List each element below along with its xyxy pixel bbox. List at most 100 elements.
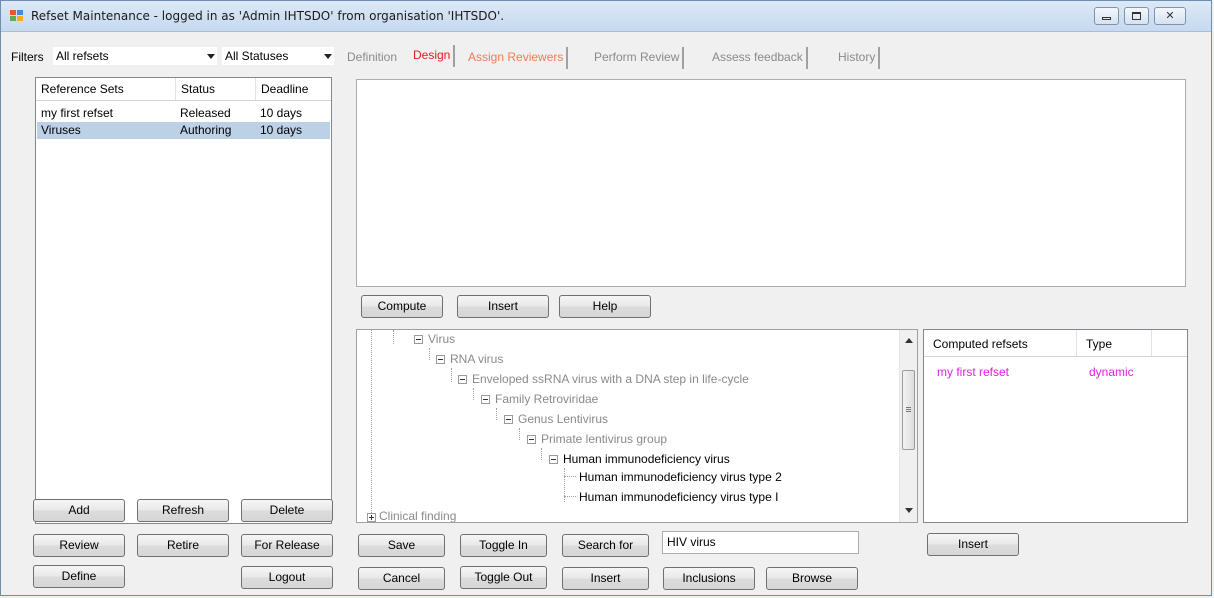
tab-assess-feedback[interactable]: Assess feedback — [709, 47, 808, 69]
delete-button[interactable]: Delete — [241, 499, 333, 522]
tree-item-retroviridae[interactable]: Family Retroviridae — [495, 390, 598, 408]
computed-refsets-list[interactable]: Computed refsets Type my first refset dy… — [923, 329, 1188, 523]
maximize-icon — [1132, 12, 1141, 20]
close-button[interactable]: ✕ — [1154, 7, 1186, 25]
tree-guide-line — [429, 348, 430, 360]
bottom-insert-button[interactable]: Insert — [562, 567, 649, 590]
tree-item-enveloped-ssrna[interactable]: Enveloped ssRNA virus with a DNA step in… — [472, 370, 749, 388]
cancel-button[interactable]: Cancel — [358, 567, 445, 590]
grip-icon — [906, 409, 911, 410]
computed-refset-type: dynamic — [1089, 365, 1134, 379]
tree-guide-line — [451, 368, 452, 382]
toggle-out-button[interactable]: Toggle Out — [460, 566, 547, 589]
tree-collapse-icon[interactable] — [549, 455, 558, 464]
status-filter-combo[interactable]: All Statuses — [221, 46, 335, 66]
refset-filter-combo[interactable]: All refsets — [52, 46, 218, 66]
tree-guide-line — [519, 428, 520, 440]
refset-status: Released — [180, 106, 231, 120]
app-window: Refset Maintenance - logged in as 'Admin… — [0, 0, 1212, 596]
tree-item-primate-lentivirus[interactable]: Primate lentivirus group — [541, 430, 667, 448]
design-expression-area[interactable] — [356, 79, 1186, 287]
minimize-button[interactable] — [1094, 7, 1119, 25]
title-bar[interactable]: Refset Maintenance - logged in as 'Admin… — [1, 1, 1211, 32]
column-reference-sets[interactable]: Reference Sets — [36, 78, 176, 100]
browse-button[interactable]: Browse — [766, 567, 858, 590]
tree-item-hiv-type-2[interactable]: Human immunodeficiency virus type 2 — [579, 468, 782, 486]
table-row[interactable]: my first refset dynamic — [925, 364, 1186, 381]
for-release-button[interactable]: For Release — [241, 534, 333, 557]
tree-item-lentivirus[interactable]: Genus Lentivirus — [518, 410, 608, 428]
help-button[interactable]: Help — [559, 295, 651, 318]
computed-insert-button[interactable]: Insert — [927, 533, 1019, 556]
maximize-button[interactable] — [1124, 7, 1149, 25]
search-for-button[interactable]: Search for — [562, 534, 649, 557]
tree-item-hiv-type-1[interactable]: Human immunodeficiency virus type I — [579, 488, 778, 506]
add-button[interactable]: Add — [33, 499, 125, 522]
tree-item-rna-virus[interactable]: RNA virus — [450, 350, 503, 368]
concept-tree[interactable]: Virus RNA virus Enveloped ssRNA virus wi… — [356, 329, 918, 523]
close-icon: ✕ — [1165, 10, 1175, 22]
tree-collapse-icon[interactable] — [481, 395, 490, 404]
tree-collapse-icon[interactable] — [436, 355, 445, 364]
table-row[interactable]: my first refset Released 10 days — [37, 105, 330, 122]
logout-button[interactable]: Logout — [241, 566, 333, 589]
scroll-up-icon[interactable] — [905, 338, 913, 343]
tree-guide-line — [496, 408, 497, 420]
chevron-down-icon — [324, 54, 332, 59]
tree-collapse-icon[interactable] — [504, 415, 513, 424]
refset-list[interactable]: Reference Sets Status Deadline my first … — [35, 77, 332, 524]
filters-label: Filters — [11, 50, 44, 64]
tab-history[interactable]: History — [835, 47, 881, 69]
retire-button[interactable]: Retire — [137, 534, 229, 557]
compute-button[interactable]: Compute — [361, 295, 443, 318]
insert-button[interactable]: Insert — [457, 295, 549, 318]
refset-deadline: 10 days — [260, 106, 303, 120]
inclusions-button[interactable]: Inclusions — [663, 567, 755, 590]
scroll-down-icon[interactable] — [905, 508, 913, 513]
refset-status: Authoring — [180, 123, 232, 137]
tree-guide-line — [371, 330, 372, 515]
status-filter-value: All Statuses — [225, 49, 289, 63]
computed-refsets-header: Computed refsets Type — [924, 330, 1187, 357]
tree-item-hiv[interactable]: Human immunodeficiency virus — [563, 450, 730, 468]
computed-refset-name: my first refset — [937, 365, 1010, 379]
tree-guide-line — [541, 448, 542, 460]
tree-item-clinical-finding[interactable]: Clinical finding — [379, 507, 456, 522]
tree-collapse-icon[interactable] — [458, 375, 467, 384]
search-input[interactable]: HIV virus — [662, 531, 859, 554]
review-button[interactable]: Review — [33, 534, 125, 557]
tab-strip: Definition Design Assign Reviewers Perfo… — [344, 45, 904, 69]
refset-name: my first refset — [41, 106, 114, 120]
refset-filter-value: All refsets — [56, 49, 109, 63]
table-row[interactable]: Viruses Authoring 10 days — [37, 122, 330, 139]
tab-perform-review[interactable]: Perform Review — [591, 47, 685, 69]
scroll-thumb[interactable] — [902, 370, 915, 450]
tree-item-virus[interactable]: Virus — [428, 330, 455, 348]
refresh-button[interactable]: Refresh — [137, 499, 229, 522]
minimize-icon — [1102, 17, 1111, 20]
tree-guide-line — [473, 388, 474, 400]
tree-collapse-icon[interactable] — [414, 335, 423, 344]
tree-guide-line — [564, 496, 576, 497]
save-button[interactable]: Save — [358, 534, 445, 557]
toggle-in-button[interactable]: Toggle In — [460, 534, 547, 557]
tree-scrollbar[interactable] — [899, 330, 917, 522]
tree-guide-line — [564, 476, 576, 477]
tree-collapse-icon[interactable] — [527, 435, 536, 444]
define-button[interactable]: Define — [33, 565, 125, 588]
grip-icon — [906, 407, 911, 408]
column-deadline[interactable]: Deadline — [256, 78, 331, 100]
app-icon — [10, 10, 24, 22]
column-computed-refsets[interactable]: Computed refsets — [924, 330, 1077, 356]
main-content: Filters All refsets All Statuses Referen… — [8, 32, 1206, 592]
grip-icon — [906, 411, 911, 412]
chevron-down-icon — [207, 54, 215, 59]
column-status[interactable]: Status — [176, 78, 256, 100]
column-type[interactable]: Type — [1077, 330, 1152, 356]
window-title: Refset Maintenance - logged in as 'Admin… — [31, 9, 505, 23]
tree-expand-icon[interactable] — [367, 513, 376, 522]
refset-deadline: 10 days — [260, 123, 303, 137]
tab-assign-reviewers[interactable]: Assign Reviewers — [465, 47, 569, 69]
tab-design[interactable]: Design — [410, 45, 456, 67]
tab-definition[interactable]: Definition — [344, 47, 400, 69]
